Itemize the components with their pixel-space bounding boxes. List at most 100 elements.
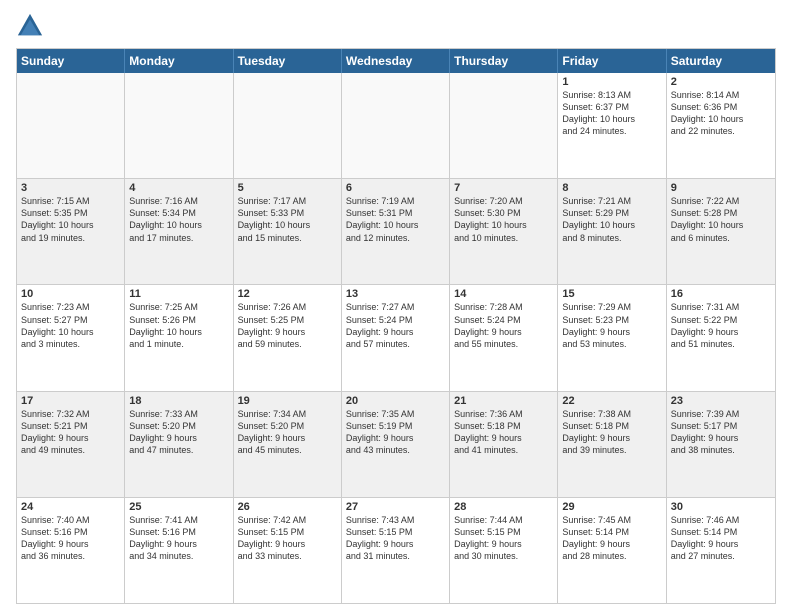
cal-cell: 11Sunrise: 7:25 AM Sunset: 5:26 PM Dayli… [125,285,233,390]
cal-cell: 28Sunrise: 7:44 AM Sunset: 5:15 PM Dayli… [450,498,558,603]
cal-cell: 27Sunrise: 7:43 AM Sunset: 5:15 PM Dayli… [342,498,450,603]
day-info: Sunrise: 7:34 AM Sunset: 5:20 PM Dayligh… [238,408,337,457]
day-info: Sunrise: 7:44 AM Sunset: 5:15 PM Dayligh… [454,514,553,563]
day-number: 7 [454,182,553,194]
day-number: 23 [671,395,771,407]
day-number: 24 [21,501,120,513]
day-info: Sunrise: 7:17 AM Sunset: 5:33 PM Dayligh… [238,195,337,244]
day-number: 1 [562,76,661,88]
day-info: Sunrise: 7:31 AM Sunset: 5:22 PM Dayligh… [671,301,771,350]
calendar-body: 1Sunrise: 8:13 AM Sunset: 6:37 PM Daylig… [17,73,775,603]
cal-cell: 17Sunrise: 7:32 AM Sunset: 5:21 PM Dayli… [17,392,125,497]
calendar: SundayMondayTuesdayWednesdayThursdayFrid… [16,48,776,604]
cal-cell: 26Sunrise: 7:42 AM Sunset: 5:15 PM Dayli… [234,498,342,603]
day-number: 3 [21,182,120,194]
logo [16,12,46,40]
day-number: 25 [129,501,228,513]
cal-cell: 29Sunrise: 7:45 AM Sunset: 5:14 PM Dayli… [558,498,666,603]
day-info: Sunrise: 7:32 AM Sunset: 5:21 PM Dayligh… [21,408,120,457]
cal-header-cell: Thursday [450,49,558,73]
cal-cell: 10Sunrise: 7:23 AM Sunset: 5:27 PM Dayli… [17,285,125,390]
day-number: 26 [238,501,337,513]
calendar-header: SundayMondayTuesdayWednesdayThursdayFrid… [17,49,775,73]
day-info: Sunrise: 7:33 AM Sunset: 5:20 PM Dayligh… [129,408,228,457]
day-number: 5 [238,182,337,194]
day-info: Sunrise: 7:16 AM Sunset: 5:34 PM Dayligh… [129,195,228,244]
day-info: Sunrise: 7:36 AM Sunset: 5:18 PM Dayligh… [454,408,553,457]
cal-cell-empty [450,73,558,178]
cal-header-cell: Monday [125,49,233,73]
day-info: Sunrise: 7:41 AM Sunset: 5:16 PM Dayligh… [129,514,228,563]
day-number: 6 [346,182,445,194]
cal-cell: 21Sunrise: 7:36 AM Sunset: 5:18 PM Dayli… [450,392,558,497]
cal-cell: 8Sunrise: 7:21 AM Sunset: 5:29 PM Daylig… [558,179,666,284]
day-info: Sunrise: 7:26 AM Sunset: 5:25 PM Dayligh… [238,301,337,350]
page: SundayMondayTuesdayWednesdayThursdayFrid… [0,0,792,612]
cal-cell: 7Sunrise: 7:20 AM Sunset: 5:30 PM Daylig… [450,179,558,284]
day-number: 4 [129,182,228,194]
day-number: 27 [346,501,445,513]
day-number: 11 [129,288,228,300]
logo-icon [16,12,44,40]
day-info: Sunrise: 7:38 AM Sunset: 5:18 PM Dayligh… [562,408,661,457]
cal-header-cell: Saturday [667,49,775,73]
header [16,12,776,40]
cal-cell: 14Sunrise: 7:28 AM Sunset: 5:24 PM Dayli… [450,285,558,390]
day-info: Sunrise: 8:13 AM Sunset: 6:37 PM Dayligh… [562,89,661,138]
cal-cell-empty [234,73,342,178]
calendar-row: 1Sunrise: 8:13 AM Sunset: 6:37 PM Daylig… [17,73,775,178]
day-info: Sunrise: 7:28 AM Sunset: 5:24 PM Dayligh… [454,301,553,350]
day-number: 12 [238,288,337,300]
calendar-row: 3Sunrise: 7:15 AM Sunset: 5:35 PM Daylig… [17,178,775,284]
cal-cell: 4Sunrise: 7:16 AM Sunset: 5:34 PM Daylig… [125,179,233,284]
calendar-row: 10Sunrise: 7:23 AM Sunset: 5:27 PM Dayli… [17,284,775,390]
day-info: Sunrise: 7:46 AM Sunset: 5:14 PM Dayligh… [671,514,771,563]
day-info: Sunrise: 7:43 AM Sunset: 5:15 PM Dayligh… [346,514,445,563]
day-info: Sunrise: 7:23 AM Sunset: 5:27 PM Dayligh… [21,301,120,350]
day-number: 21 [454,395,553,407]
day-number: 8 [562,182,661,194]
day-number: 20 [346,395,445,407]
day-info: Sunrise: 7:40 AM Sunset: 5:16 PM Dayligh… [21,514,120,563]
day-number: 30 [671,501,771,513]
day-number: 10 [21,288,120,300]
day-info: Sunrise: 7:35 AM Sunset: 5:19 PM Dayligh… [346,408,445,457]
day-number: 9 [671,182,771,194]
calendar-row: 17Sunrise: 7:32 AM Sunset: 5:21 PM Dayli… [17,391,775,497]
cal-cell: 19Sunrise: 7:34 AM Sunset: 5:20 PM Dayli… [234,392,342,497]
day-info: Sunrise: 7:42 AM Sunset: 5:15 PM Dayligh… [238,514,337,563]
day-info: Sunrise: 7:29 AM Sunset: 5:23 PM Dayligh… [562,301,661,350]
cal-cell: 15Sunrise: 7:29 AM Sunset: 5:23 PM Dayli… [558,285,666,390]
cal-cell: 5Sunrise: 7:17 AM Sunset: 5:33 PM Daylig… [234,179,342,284]
cal-cell: 18Sunrise: 7:33 AM Sunset: 5:20 PM Dayli… [125,392,233,497]
day-number: 29 [562,501,661,513]
day-info: Sunrise: 7:15 AM Sunset: 5:35 PM Dayligh… [21,195,120,244]
cal-cell: 3Sunrise: 7:15 AM Sunset: 5:35 PM Daylig… [17,179,125,284]
day-number: 28 [454,501,553,513]
cal-cell: 16Sunrise: 7:31 AM Sunset: 5:22 PM Dayli… [667,285,775,390]
cal-cell: 9Sunrise: 7:22 AM Sunset: 5:28 PM Daylig… [667,179,775,284]
day-info: Sunrise: 7:25 AM Sunset: 5:26 PM Dayligh… [129,301,228,350]
cal-header-cell: Tuesday [234,49,342,73]
day-info: Sunrise: 7:20 AM Sunset: 5:30 PM Dayligh… [454,195,553,244]
cal-cell: 1Sunrise: 8:13 AM Sunset: 6:37 PM Daylig… [558,73,666,178]
day-number: 15 [562,288,661,300]
cal-cell: 12Sunrise: 7:26 AM Sunset: 5:25 PM Dayli… [234,285,342,390]
day-number: 19 [238,395,337,407]
cal-cell: 24Sunrise: 7:40 AM Sunset: 5:16 PM Dayli… [17,498,125,603]
day-info: Sunrise: 7:45 AM Sunset: 5:14 PM Dayligh… [562,514,661,563]
cal-cell: 22Sunrise: 7:38 AM Sunset: 5:18 PM Dayli… [558,392,666,497]
cal-cell: 13Sunrise: 7:27 AM Sunset: 5:24 PM Dayli… [342,285,450,390]
day-info: Sunrise: 7:19 AM Sunset: 5:31 PM Dayligh… [346,195,445,244]
calendar-row: 24Sunrise: 7:40 AM Sunset: 5:16 PM Dayli… [17,497,775,603]
day-number: 16 [671,288,771,300]
cal-header-cell: Sunday [17,49,125,73]
cal-cell: 23Sunrise: 7:39 AM Sunset: 5:17 PM Dayli… [667,392,775,497]
cal-header-cell: Wednesday [342,49,450,73]
cal-cell: 25Sunrise: 7:41 AM Sunset: 5:16 PM Dayli… [125,498,233,603]
cal-header-cell: Friday [558,49,666,73]
cal-cell: 2Sunrise: 8:14 AM Sunset: 6:36 PM Daylig… [667,73,775,178]
day-number: 2 [671,76,771,88]
day-number: 22 [562,395,661,407]
day-number: 18 [129,395,228,407]
